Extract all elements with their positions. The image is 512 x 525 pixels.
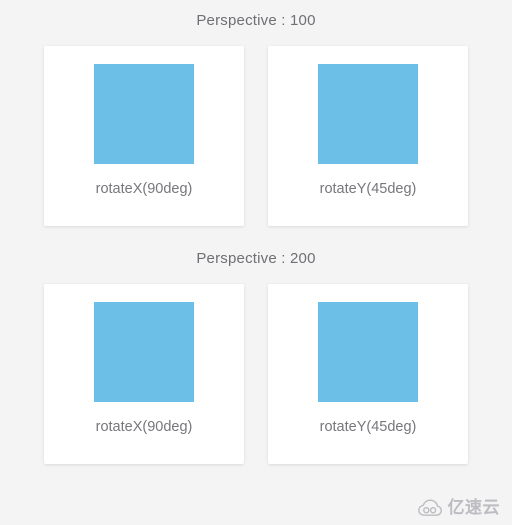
demo-card-rotatex-90-p200[interactable]: rotateX(90deg) bbox=[44, 284, 244, 464]
card-row-2: rotateX(90deg) rotateY(45deg) bbox=[0, 266, 512, 464]
transform-stage bbox=[268, 284, 468, 416]
demo-card-rotatex-90-p100[interactable]: rotateX(90deg) bbox=[44, 46, 244, 226]
watermark-text: 亿速云 bbox=[447, 497, 500, 518]
blue-box bbox=[318, 302, 418, 402]
section-title-perspective-200: Perspective : 200 bbox=[196, 250, 316, 267]
perspective-section-2: Perspective : 200 rotateX(90deg) rotateY… bbox=[0, 226, 512, 464]
watermark: 亿速云 bbox=[417, 499, 501, 517]
cloud-icon bbox=[417, 499, 443, 517]
perspective-section-1: Perspective : 100 rotateX(90deg) rotateY… bbox=[0, 0, 512, 226]
card-row-1: rotateX(90deg) rotateY(45deg) bbox=[0, 28, 512, 226]
demo-card-rotatey-45-p200[interactable]: rotateY(45deg) bbox=[268, 284, 468, 464]
perspective-demo-page: Perspective : 100 rotateX(90deg) rotateY… bbox=[0, 0, 512, 525]
blue-box bbox=[94, 302, 194, 402]
card-label-rotatex-90: rotateX(90deg) bbox=[95, 181, 193, 197]
transform-stage bbox=[44, 284, 244, 416]
blue-box bbox=[318, 64, 418, 164]
blue-box bbox=[94, 64, 194, 164]
demo-card-rotatey-45-p100[interactable]: rotateY(45deg) bbox=[268, 46, 468, 226]
transform-stage bbox=[44, 46, 244, 178]
card-label-rotatey-45: rotateY(45deg) bbox=[319, 419, 417, 435]
card-label-rotatey-45: rotateY(45deg) bbox=[319, 181, 417, 197]
section-title-perspective-100: Perspective : 100 bbox=[196, 12, 316, 29]
card-label-rotatex-90: rotateX(90deg) bbox=[95, 419, 193, 435]
transform-stage bbox=[268, 46, 468, 178]
